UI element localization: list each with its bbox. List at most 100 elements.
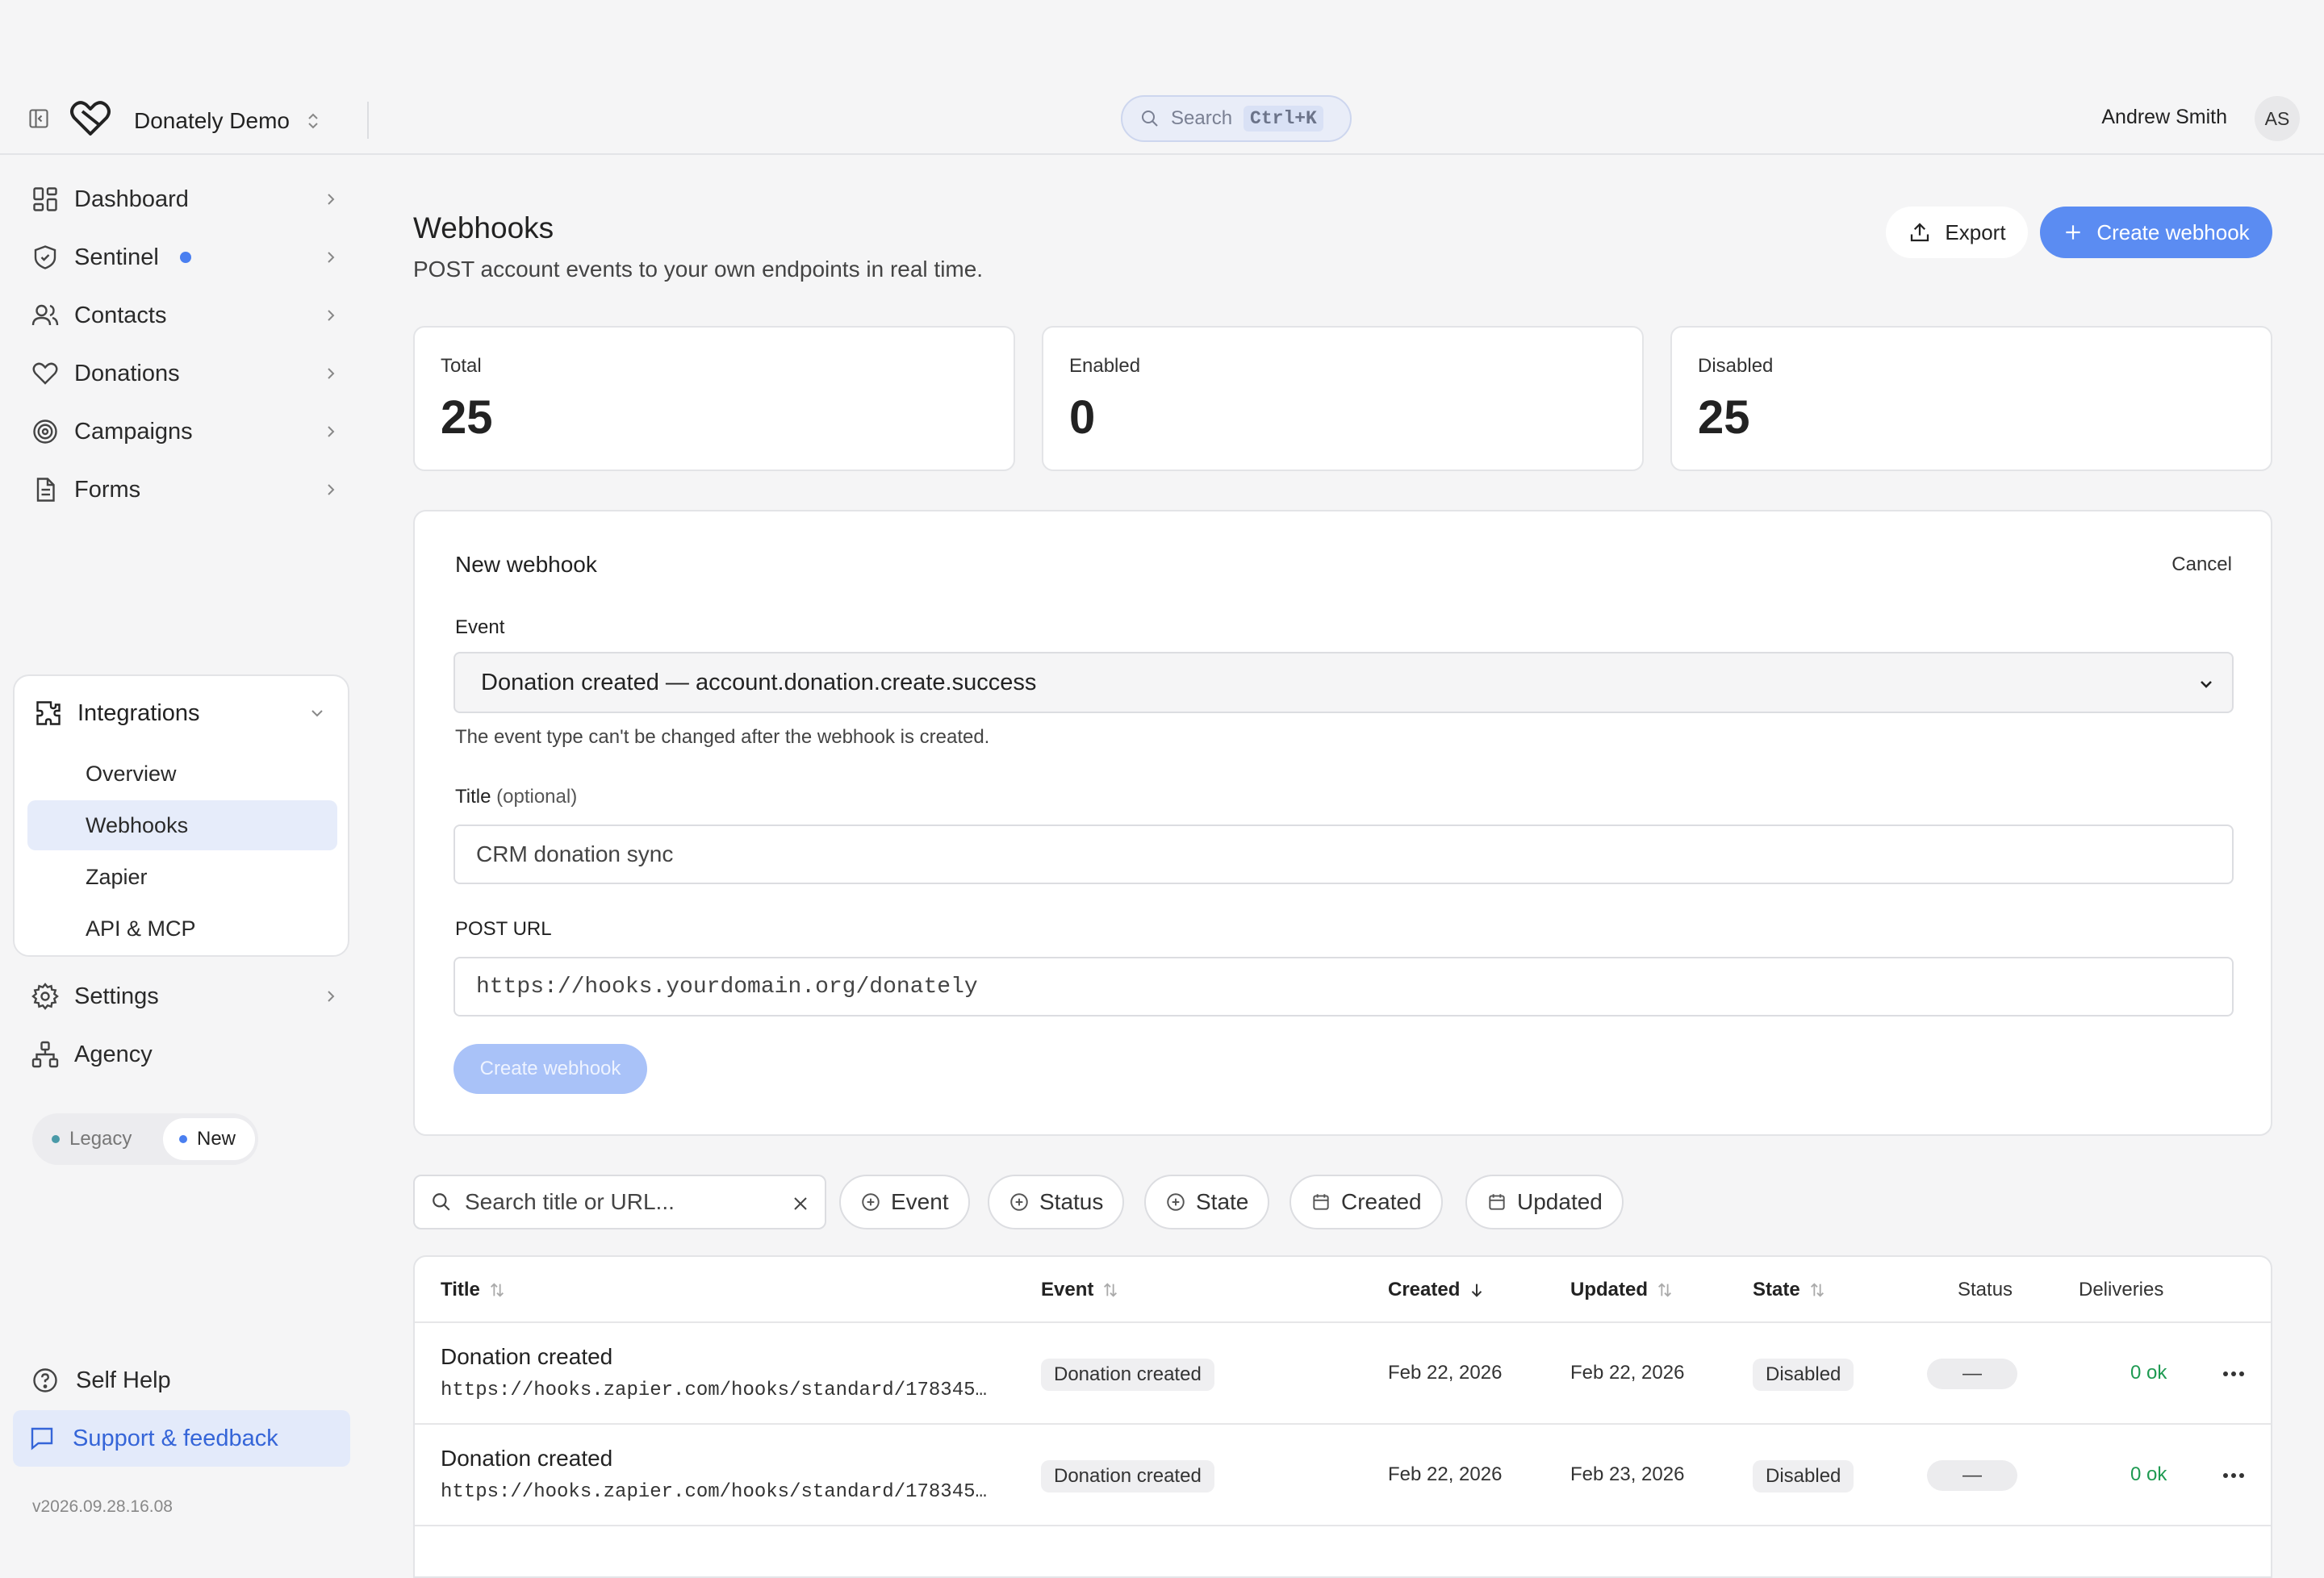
sidebar-item-label: Settings [74,983,159,1009]
webhooks-table: Title Event Created Updated State Status… [413,1255,2272,1578]
table-row[interactable]: Donation created https://hooks.zapier.co… [415,1323,2271,1425]
chevron-updown-icon [308,113,318,129]
row-title: Donation created [441,1446,613,1471]
toggle-legacy[interactable]: Legacy [52,1118,132,1160]
export-button[interactable]: Export [1886,207,2028,258]
chip-label: Event [891,1189,949,1214]
sidebar-subitem-webhooks[interactable]: Webhooks [27,800,337,850]
global-search-button[interactable]: Search Ctrl+K [1121,95,1352,142]
self-help-link[interactable]: Self Help [16,1352,347,1409]
post-url-input[interactable]: https://hooks.yourdomain.org/donately [454,957,2234,1017]
sidebar-item-dashboard[interactable]: Dashboard [16,174,347,224]
sort-icon [1656,1281,1674,1299]
event-help-text: The event type can't be changed after th… [455,726,990,748]
stat-card-enabled: Enabled 0 [1042,326,1644,471]
event-badge: Donation created [1041,1359,1214,1391]
more-options-icon[interactable] [2219,1362,2248,1386]
logo-icon [68,95,113,140]
column-header-created[interactable]: Created [1388,1257,1486,1323]
column-header-event[interactable]: Event [1041,1257,1119,1323]
row-created: Feb 22, 2026 [1388,1362,1503,1384]
sidebar-subitem-api-mcp[interactable]: API & MCP [27,904,337,954]
row-updated: Feb 23, 2026 [1570,1463,1685,1485]
sidebar-item-label: Dashboard [74,186,189,212]
sidebar-item-campaigns[interactable]: Campaigns [16,407,347,457]
chevron-right-icon [321,422,341,441]
new-dot [179,1135,187,1143]
chevron-right-icon [321,248,341,267]
stat-card-total: Total 25 [413,326,1015,471]
filter-chip-updated[interactable]: Updated [1465,1175,1624,1229]
account-switcher[interactable]: Donately Demo [134,103,322,139]
row-title: Donation created [441,1344,613,1369]
version-label: v2026.09.28.16.08 [32,1497,173,1516]
event-select[interactable]: Donation created — account.donation.crea… [454,652,2234,713]
event-label: Event [455,616,505,638]
account-name: Donately Demo [134,108,290,133]
document-icon [31,475,60,504]
support-feedback-link[interactable]: Support & feedback [13,1410,350,1467]
stat-label: Enabled [1069,355,1141,377]
target-icon [31,417,60,446]
upload-icon [1911,223,1929,242]
filter-chip-event[interactable]: Event [839,1175,970,1229]
search-shortcut: Ctrl+K [1244,106,1323,132]
column-header-updated[interactable]: Updated [1570,1257,1674,1323]
stat-label: Total [441,355,482,377]
filter-chip-state[interactable]: State [1144,1175,1270,1229]
column-label: Updated [1570,1279,1648,1300]
sidebar-subitem-zapier[interactable]: Zapier [27,852,337,902]
column-label: Event [1041,1279,1094,1300]
stat-value: 25 [1698,391,1750,444]
event-badge: Donation created [1041,1460,1214,1492]
sidebar-subitem-overview[interactable]: Overview [27,749,337,799]
column-header-title[interactable]: Title [441,1257,506,1323]
dashboard-icon [31,185,60,214]
plus-icon [2066,225,2080,240]
sidebar-item-donations[interactable]: Donations [16,349,347,399]
column-header-state[interactable]: State [1753,1257,1826,1323]
submit-create-webhook-button[interactable]: Create webhook [454,1044,647,1094]
table-row[interactable]: Donation created https://hooks.zapier.co… [415,1425,2271,1526]
title-input[interactable]: CRM donation sync [454,824,2234,884]
chevron-down-icon [2197,674,2216,694]
create-webhook-button[interactable]: Create webhook [2040,207,2272,258]
plus-circle-icon [1165,1192,1186,1213]
sort-icon [1808,1281,1826,1299]
sidebar-toggle-icon[interactable] [23,102,55,135]
sidebar-item-integrations[interactable]: Integrations [26,691,336,736]
org-chart-icon [31,1040,60,1069]
avatar[interactable]: AS [2255,96,2300,141]
toggle-new[interactable]: New [163,1118,255,1160]
top-bar: Donately Demo Search Ctrl+K Andrew Smith… [0,89,2324,155]
sidebar-item-sentinel[interactable]: Sentinel [16,232,347,282]
sidebar: Dashboard Sentinel Contacts Donations Ca… [0,157,363,1533]
clear-search-icon[interactable] [791,1194,810,1213]
column-label: Title [441,1279,480,1300]
table-search-input[interactable]: Search title or URL... [413,1175,826,1229]
search-label: Search [1171,107,1233,129]
chat-icon [27,1424,56,1453]
sidebar-item-contacts[interactable]: Contacts [16,290,347,340]
toggle-legacy-label: Legacy [69,1128,132,1150]
chevron-right-icon [321,306,341,325]
more-options-icon[interactable] [2219,1463,2248,1488]
stat-value: 25 [441,391,493,444]
search-icon [1142,111,1158,127]
cancel-button[interactable]: Cancel [2171,553,2232,576]
sidebar-item-agency[interactable]: Agency [16,1029,347,1079]
filter-chip-status[interactable]: Status [988,1175,1125,1229]
support-label: Support & feedback [73,1425,278,1451]
stat-card-disabled: Disabled 25 [1670,326,2272,471]
sidebar-item-settings[interactable]: Settings [16,971,347,1021]
export-label: Export [1945,219,2006,244]
row-url: https://hooks.zapier.com/hooks/standard/… [441,1380,987,1401]
filter-chip-created[interactable]: Created [1289,1175,1443,1229]
chevron-right-icon [321,480,341,499]
post-url-label: POST URL [455,918,552,940]
sidebar-item-label: Integrations [77,699,200,726]
gear-icon [31,982,60,1011]
sidebar-item-forms[interactable]: Forms [16,465,347,515]
legacy-dot [52,1135,60,1143]
user-name[interactable]: Andrew Smith [2101,106,2227,129]
